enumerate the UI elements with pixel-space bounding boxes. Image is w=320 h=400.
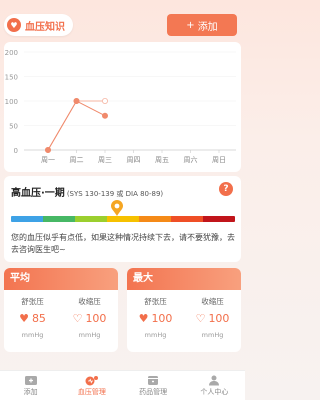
help-icon[interactable]: ? [219, 182, 233, 196]
max-systolic-value: 100 [151, 312, 173, 325]
person-icon [209, 375, 220, 385]
max-diastolic-label: 收缩压 [201, 297, 224, 306]
average-card: 平均 舒张压 ♥ 85 mmHg 收缩压 ♡ 100 mmHg [4, 268, 118, 352]
nav-item-add[interactable]: 添加 [0, 371, 61, 400]
max-systolic-unit: mmHg [144, 331, 167, 339]
add-button[interactable]: + 添加 [167, 14, 237, 36]
plus-icon: + [186, 19, 195, 31]
scale-segment [171, 216, 203, 222]
add-record-icon [24, 375, 37, 385]
bp-scale-bar [11, 216, 235, 222]
avg-diastolic: 收缩压 ♡ 100 mmHg [61, 296, 118, 339]
top-bar: ♥ 血压知识 + 添加 [0, 0, 245, 44]
knowledge-pill[interactable]: ♥ 血压知识 [4, 14, 73, 36]
heart-outline-icon: ♡ [72, 312, 83, 325]
avg-systolic: 舒张压 ♥ 85 mmHg [4, 296, 61, 339]
scale-segment [139, 216, 171, 222]
x-tick-label: 周五 [155, 156, 169, 164]
avg-systolic-value: 85 [31, 312, 46, 325]
max-systolic: 舒张压 ♥ 100 mmHg [127, 296, 184, 339]
x-tick-label: 周日 [212, 156, 226, 164]
avg-diastolic-value: 100 [85, 312, 107, 325]
bp-level-card: 高血压·一期 (SYS 130-139 或 DIA 80-89) ? 您的血压似乎… [4, 176, 241, 262]
y-tick-label: 50 [9, 123, 18, 131]
nav-item-profile[interactable]: 个人中心 [184, 371, 245, 400]
max-systolic-label: 舒张压 [144, 297, 167, 306]
max-diastolic-unit: mmHg [201, 331, 224, 339]
knowledge-title: 血压知识 [25, 21, 65, 33]
scale-segment [11, 216, 43, 222]
bp-description: 您的血压似乎有点低，如果这种情况持续下去，请不要犹豫，去去咨询医生吧~ [11, 233, 235, 254]
heartbeat-icon: ♥ [138, 312, 149, 325]
data-point [102, 112, 109, 119]
chart-card: 200 150 100 50 0 周一 周二 周三 周四 周五 周六 周日 [4, 42, 241, 172]
max-card: 最大 舒张压 ♥ 100 mmHg 收缩压 ♡ 100 mmHg [127, 268, 241, 352]
line-chart: 200 150 100 50 0 周一 周二 周三 周四 周五 周六 周日 [5, 49, 236, 164]
y-tick-label: 0 [14, 147, 18, 155]
max-diastolic: 收缩压 ♡ 100 mmHg [184, 296, 241, 339]
y-tick-label: 100 [5, 98, 18, 106]
scale-segment [107, 216, 139, 222]
bp-level-name: 高血压·一期 [11, 188, 65, 199]
bottom-nav: 添加 血压管理 药品管理 个人中心 [0, 370, 245, 400]
x-tick-label: 周三 [98, 156, 112, 164]
bp-level-range: (SYS 130-139 或 DIA 80-89) [66, 190, 164, 198]
nav-item-bp-management[interactable]: 血压管理 [61, 371, 122, 400]
scale-segment [203, 216, 235, 222]
avg-systolic-unit: mmHg [21, 331, 44, 339]
y-tick-label: 150 [5, 74, 18, 82]
medicine-icon [148, 375, 159, 385]
avg-diastolic-label: 收缩压 [78, 297, 101, 306]
x-tick-label: 周一 [41, 156, 55, 164]
data-point [102, 98, 109, 105]
nav-label-medicine: 药品管理 [139, 387, 168, 396]
heart-outline-icon: ♡ [195, 312, 206, 325]
bp-level-title: 高血压·一期 (SYS 130-139 或 DIA 80-89) [11, 184, 163, 199]
max-title: 最大 [127, 268, 241, 290]
nav-item-medicine[interactable]: 药品管理 [123, 371, 184, 400]
data-point [73, 98, 80, 105]
heart-icon: ♥ [7, 18, 21, 32]
level-marker-icon [111, 200, 123, 216]
heart-icon: ♥ [19, 312, 29, 325]
x-tick-label: 周四 [127, 156, 141, 164]
blood-pressure-icon [85, 375, 98, 385]
max-diastolic-value: 100 [208, 312, 230, 325]
add-button-label: 添加 [197, 21, 218, 33]
average-title: 平均 [4, 268, 118, 290]
y-tick-label: 200 [5, 49, 18, 57]
scale-segment [75, 216, 107, 222]
nav-label-bp-management: 血压管理 [77, 387, 106, 396]
x-tick-label: 周二 [70, 156, 84, 164]
avg-diastolic-unit: mmHg [78, 331, 101, 339]
nav-label-profile: 个人中心 [200, 387, 229, 396]
data-point [45, 147, 52, 154]
x-tick-label: 周六 [184, 155, 198, 164]
nav-label-add: 添加 [23, 387, 38, 396]
avg-systolic-label: 舒张压 [21, 297, 44, 306]
scale-segment [43, 216, 75, 222]
